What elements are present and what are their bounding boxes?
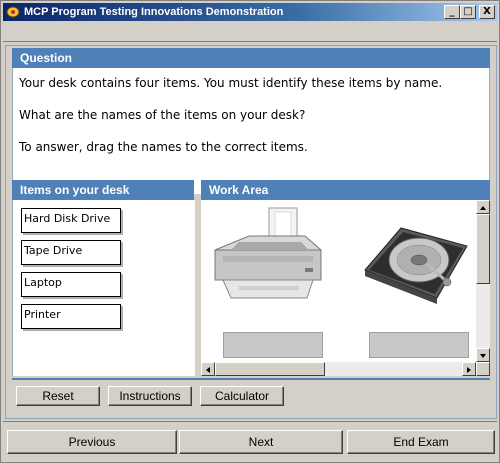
application-window: MCP Program Testing Innovations Demonstr…: [0, 0, 500, 463]
close-button[interactable]: X: [479, 5, 495, 19]
action-toolbar: Reset Instructions Calculator: [12, 378, 490, 416]
window-title: MCP Program Testing Innovations Demonstr…: [24, 6, 284, 18]
items-panel-header: Items on your desk: [12, 180, 194, 200]
arrow-down-icon: [480, 354, 486, 358]
title-bar[interactable]: MCP Program Testing Innovations Demonstr…: [3, 3, 497, 21]
question-line-2: What are the names of the items on your …: [19, 108, 306, 122]
work-area[interactable]: [201, 200, 490, 376]
instructions-button[interactable]: Instructions: [108, 386, 192, 406]
hard-disk-image: [364, 227, 468, 304]
question-header: Question: [12, 48, 490, 68]
exam-content: Question Your desk contains four items. …: [5, 45, 497, 419]
horizontal-scroll-thumb[interactable]: [215, 362, 325, 376]
scroll-left-button[interactable]: [201, 362, 215, 376]
scroll-corner: [476, 362, 490, 376]
scroll-down-button[interactable]: [476, 348, 490, 362]
arrow-up-icon: [480, 206, 486, 210]
work-area-header: Work Area: [201, 180, 490, 200]
maximize-button[interactable]: □: [460, 5, 476, 19]
app-icon: [6, 6, 20, 18]
horizontal-scrollbar[interactable]: [201, 362, 476, 376]
vertical-scroll-thumb[interactable]: [476, 214, 490, 284]
drop-target-printer[interactable]: [223, 332, 323, 358]
question-line-1: Your desk contains four items. You must …: [19, 76, 443, 90]
end-exam-button[interactable]: End Exam: [347, 430, 495, 454]
drop-target-hard-disk[interactable]: [369, 332, 469, 358]
reset-button[interactable]: Reset: [16, 386, 100, 406]
arrow-left-icon: [206, 367, 210, 373]
question-body: Your desk contains four items. You must …: [12, 68, 490, 194]
toolbar-strip: [3, 23, 497, 42]
calculator-button[interactable]: Calculator: [200, 386, 284, 406]
drag-item-printer[interactable]: Printer: [21, 304, 121, 329]
vertical-scrollbar[interactable]: [476, 200, 490, 376]
scroll-up-button[interactable]: [476, 200, 490, 214]
question-line-3: To answer, drag the names to the correct…: [19, 140, 308, 154]
scroll-right-button[interactable]: [462, 362, 476, 376]
minimize-button[interactable]: _: [444, 5, 460, 19]
next-button[interactable]: Next: [179, 430, 343, 454]
navigation-bar: Previous Next End Exam: [3, 421, 497, 462]
drag-item-tape-drive[interactable]: Tape Drive: [21, 240, 121, 265]
printer-image: [214, 207, 322, 299]
items-panel: Hard Disk Drive Tape Drive Laptop Printe…: [12, 200, 195, 376]
drag-item-laptop[interactable]: Laptop: [21, 272, 121, 297]
arrow-right-icon: [467, 367, 471, 373]
previous-button[interactable]: Previous: [7, 430, 177, 454]
drag-item-hard-disk-drive[interactable]: Hard Disk Drive: [21, 208, 121, 233]
